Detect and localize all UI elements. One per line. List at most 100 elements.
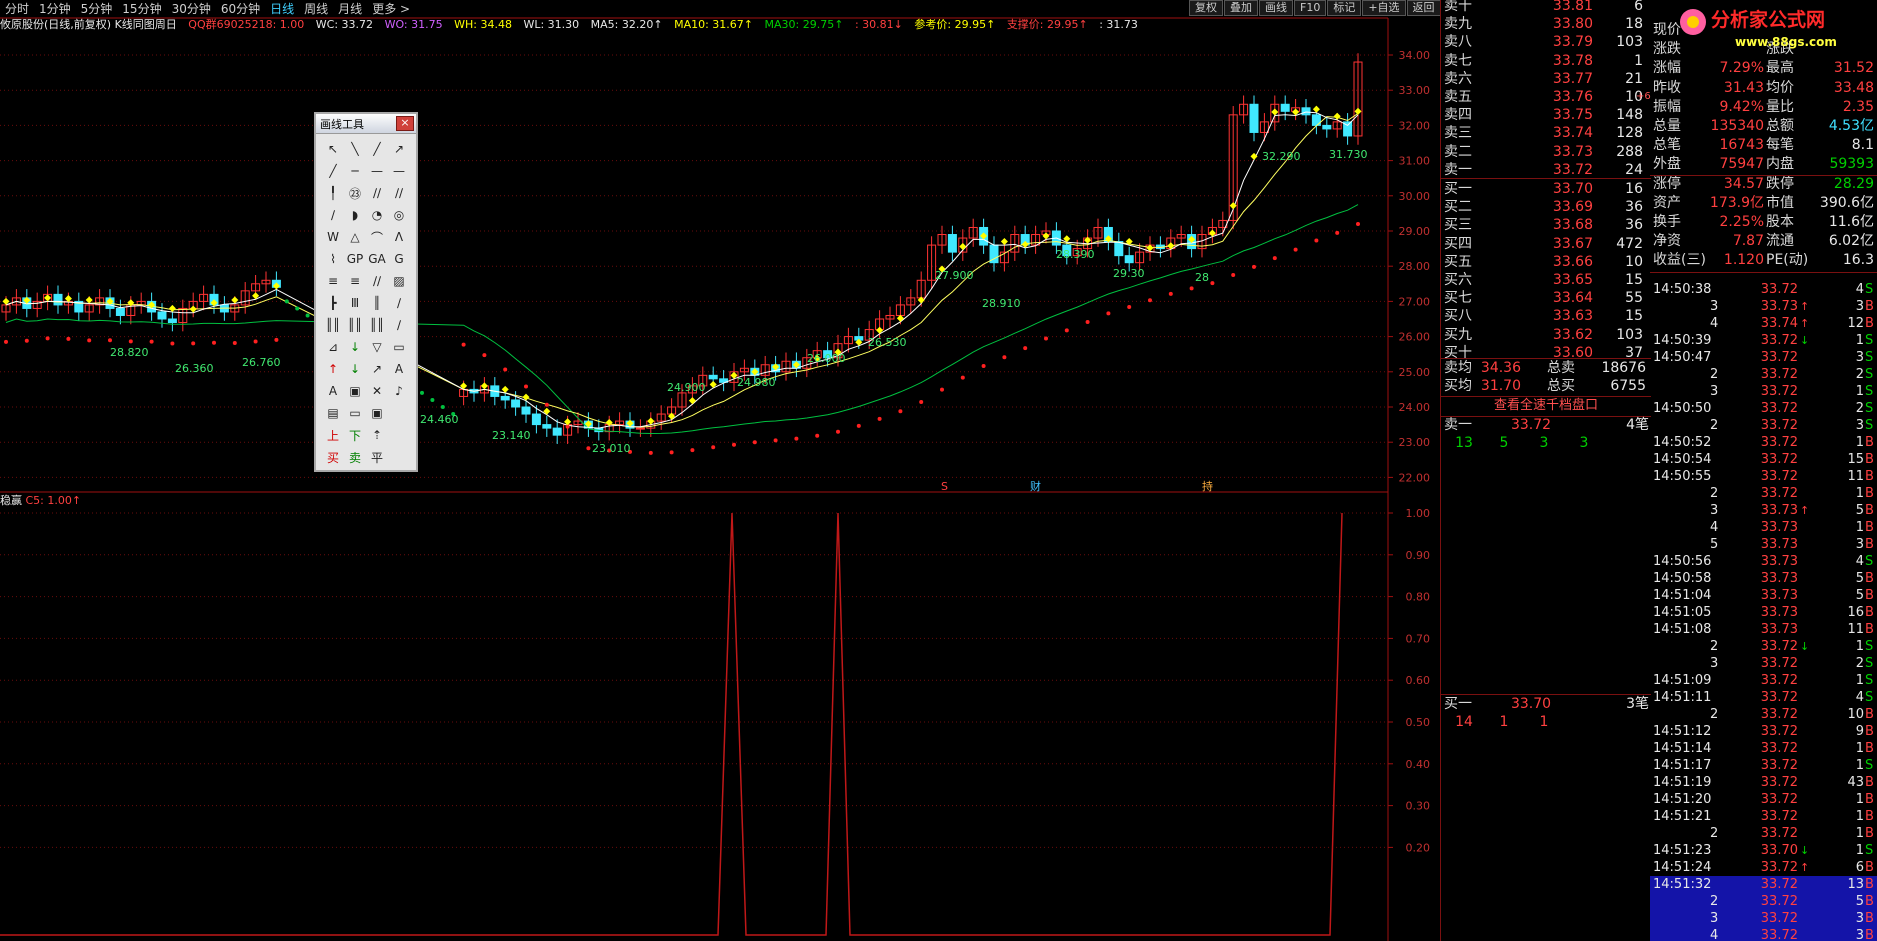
- tick-row[interactable]: 3 33.72 1 S: [1650, 383, 1877, 400]
- draw-tool-53-icon[interactable]: 下: [344, 424, 366, 446]
- draw-tool-4-icon[interactable]: ╱: [322, 160, 344, 182]
- tick-row[interactable]: 14:50:38 33.72 4 S: [1650, 281, 1877, 298]
- draw-tool-58-icon[interactable]: 平: [366, 446, 388, 468]
- draw-tool-41-icon[interactable]: ↓: [344, 358, 366, 380]
- draw-tool-palette[interactable]: 画线工具 × ↖ ╲ ╱ ↗ ╱ ─ — — ╿ ㉓ ∕∕ ∕∕ ∕ ◗ ◔ ◎ W △ ⌒ Λ ⌇ GP GA G ≡ ≡ ∕∕ ▨…: [314, 112, 418, 472]
- tick-row[interactable]: 14:50:39 33.72 ↓ 1 S: [1650, 332, 1877, 349]
- draw-tool-21-icon[interactable]: GP: [344, 248, 366, 270]
- draw-tool-59-icon[interactable]: [388, 446, 410, 468]
- draw-tool-49-icon[interactable]: ▭: [344, 402, 366, 424]
- draw-tool-54-icon[interactable]: ⇡: [366, 424, 388, 446]
- tick-row[interactable]: 14:51:08 33.73 11 B: [1650, 621, 1877, 638]
- draw-tool-46-icon[interactable]: ✕: [366, 380, 388, 402]
- draw-tool-20-icon[interactable]: ⌇: [322, 248, 344, 270]
- draw-tool-51-icon[interactable]: [388, 402, 410, 424]
- tick-row[interactable]: 14:50:54 33.72 15 B: [1650, 451, 1877, 468]
- draw-tool-18-icon[interactable]: ⌒: [366, 226, 388, 248]
- tick-row[interactable]: 3 33.72 3 B: [1650, 910, 1877, 927]
- draw-tool-13-icon[interactable]: ◗: [344, 204, 366, 226]
- draw-tool-19-icon[interactable]: Λ: [388, 226, 410, 248]
- tick-row[interactable]: 2 33.72 1 B: [1650, 825, 1877, 842]
- draw-tool-17-icon[interactable]: △: [344, 226, 366, 248]
- tick-row[interactable]: 5 33.73 3 B: [1650, 536, 1877, 553]
- draw-tool-56-icon[interactable]: 买: [322, 446, 344, 468]
- event-mark[interactable]: S: [941, 480, 948, 493]
- tick-row[interactable]: 14:50:55 33.72 11 B: [1650, 468, 1877, 485]
- tick-row[interactable]: 3 33.73 ↑ 3 B: [1650, 298, 1877, 315]
- draw-tool-44-icon[interactable]: A: [322, 380, 344, 402]
- tick-row[interactable]: 14:51:24 33.72 ↑ 6 B: [1650, 859, 1877, 876]
- tick-row[interactable]: 14:51:21 33.72 1 B: [1650, 808, 1877, 825]
- tick-row[interactable]: 14:50:47 33.72 3 S: [1650, 349, 1877, 366]
- draw-tool-50-icon[interactable]: ▣: [366, 402, 388, 424]
- tick-row[interactable]: 3 33.73 ↑ 5 B: [1650, 502, 1877, 519]
- tick-row[interactable]: 14:51:17 33.72 1 S: [1650, 757, 1877, 774]
- tick-row[interactable]: 2 33.72 ↓ 1 S: [1650, 638, 1877, 655]
- draw-tool-23-icon[interactable]: G: [388, 248, 410, 270]
- draw-tool-10-icon[interactable]: ∕∕: [366, 182, 388, 204]
- depth-button[interactable]: 查看全速千档盘口: [1441, 397, 1651, 415]
- draw-tool-52-icon[interactable]: 上: [322, 424, 344, 446]
- tick-row[interactable]: 4 33.73 1 B: [1650, 519, 1877, 536]
- draw-tool-45-icon[interactable]: ▣: [344, 380, 366, 402]
- tick-row[interactable]: 14:51:19 33.72 43 B: [1650, 774, 1877, 791]
- draw-tool-3-icon[interactable]: ↗: [388, 138, 410, 160]
- draw-tool-29-icon[interactable]: Ⅲ: [344, 292, 366, 314]
- tick-row[interactable]: 14:51:32 33.72 13 B: [1650, 876, 1877, 893]
- tick-row[interactable]: 2 33.72 3 S: [1650, 417, 1877, 434]
- draw-tool-47-icon[interactable]: ♪: [388, 380, 410, 402]
- tick-row[interactable]: 14:51:12 33.72 9 B: [1650, 723, 1877, 740]
- draw-tool-33-icon[interactable]: ║║: [344, 314, 366, 336]
- draw-tool-6-icon[interactable]: —: [366, 160, 388, 182]
- tick-row[interactable]: 14:50:58 33.73 5 B: [1650, 570, 1877, 587]
- tick-row[interactable]: 14:50:52 33.72 1 B: [1650, 434, 1877, 451]
- tick-row[interactable]: 14:50:50 33.72 2 S: [1650, 400, 1877, 417]
- tick-list[interactable]: 14:50:38 33.72 4 S 3 33.73 ↑ 3 B 4 33.74 ↑ 12 B 14:50:…: [1650, 281, 1877, 941]
- tick-row[interactable]: 14:51:04 33.73 5 B: [1650, 587, 1877, 604]
- draw-tool-8-icon[interactable]: ╿: [322, 182, 344, 204]
- draw-tool-48-icon[interactable]: ▤: [322, 402, 344, 424]
- draw-tool-37-icon[interactable]: ↓: [344, 336, 366, 358]
- draw-tool-0-icon[interactable]: ↖: [322, 138, 344, 160]
- tick-row[interactable]: 14:51:05 33.73 16 B: [1650, 604, 1877, 621]
- draw-tool-9-icon[interactable]: ㉓: [344, 182, 366, 204]
- draw-tool-12-icon[interactable]: ∕: [322, 204, 344, 226]
- draw-tool-2-icon[interactable]: ╱: [366, 138, 388, 160]
- draw-tool-38-icon[interactable]: ▽: [366, 336, 388, 358]
- kline-chart[interactable]: 34.00 33.00 32.00 31.00 30.00 29.00 28.00 27.00…: [0, 0, 1440, 941]
- tick-row[interactable]: 4 33.72 3 B: [1650, 927, 1877, 941]
- draw-tool-24-icon[interactable]: ≡: [322, 270, 344, 292]
- draw-tool-28-icon[interactable]: ┣: [322, 292, 344, 314]
- tick-row[interactable]: 14:50:56 33.73 4 S: [1650, 553, 1877, 570]
- close-button[interactable]: ×: [396, 116, 414, 131]
- tick-row[interactable]: 2 33.72 2 S: [1650, 366, 1877, 383]
- tick-row[interactable]: 14:51:20 33.72 1 B: [1650, 791, 1877, 808]
- tick-row[interactable]: 2 33.72 10 B: [1650, 706, 1877, 723]
- tick-row[interactable]: 14:51:14 33.72 1 B: [1650, 740, 1877, 757]
- draw-tool-42-icon[interactable]: ↗: [366, 358, 388, 380]
- draw-tool-11-icon[interactable]: ∕∕: [388, 182, 410, 204]
- draw-tool-titlebar[interactable]: 画线工具 ×: [316, 114, 416, 134]
- draw-tool-55-icon[interactable]: [388, 424, 410, 446]
- tick-row[interactable]: 14:51:23 33.70 ↓ 1 S: [1650, 842, 1877, 859]
- draw-tool-43-icon[interactable]: A: [388, 358, 410, 380]
- draw-tool-40-icon[interactable]: ↑: [322, 358, 344, 380]
- draw-tool-14-icon[interactable]: ◔: [366, 204, 388, 226]
- draw-tool-39-icon[interactable]: ▭: [388, 336, 410, 358]
- draw-tool-35-icon[interactable]: ∕: [388, 314, 410, 336]
- draw-tool-15-icon[interactable]: ◎: [388, 204, 410, 226]
- tick-row[interactable]: 14:51:09 33.72 1 S: [1650, 672, 1877, 689]
- tick-row[interactable]: 14:51:11 33.72 4 S: [1650, 689, 1877, 706]
- draw-tool-36-icon[interactable]: ⊿: [322, 336, 344, 358]
- draw-tool-25-icon[interactable]: ≡: [344, 270, 366, 292]
- draw-tool-31-icon[interactable]: ∕: [388, 292, 410, 314]
- tick-row[interactable]: 2 33.72 1 B: [1650, 485, 1877, 502]
- draw-tool-27-icon[interactable]: ▨: [388, 270, 410, 292]
- event-mark[interactable]: 持: [1202, 479, 1213, 493]
- draw-tool-5-icon[interactable]: ─: [344, 160, 366, 182]
- draw-tool-1-icon[interactable]: ╲: [344, 138, 366, 160]
- draw-tool-30-icon[interactable]: ║: [366, 292, 388, 314]
- draw-tool-32-icon[interactable]: ║║: [322, 314, 344, 336]
- draw-tool-16-icon[interactable]: W: [322, 226, 344, 248]
- draw-tool-22-icon[interactable]: GA: [366, 248, 388, 270]
